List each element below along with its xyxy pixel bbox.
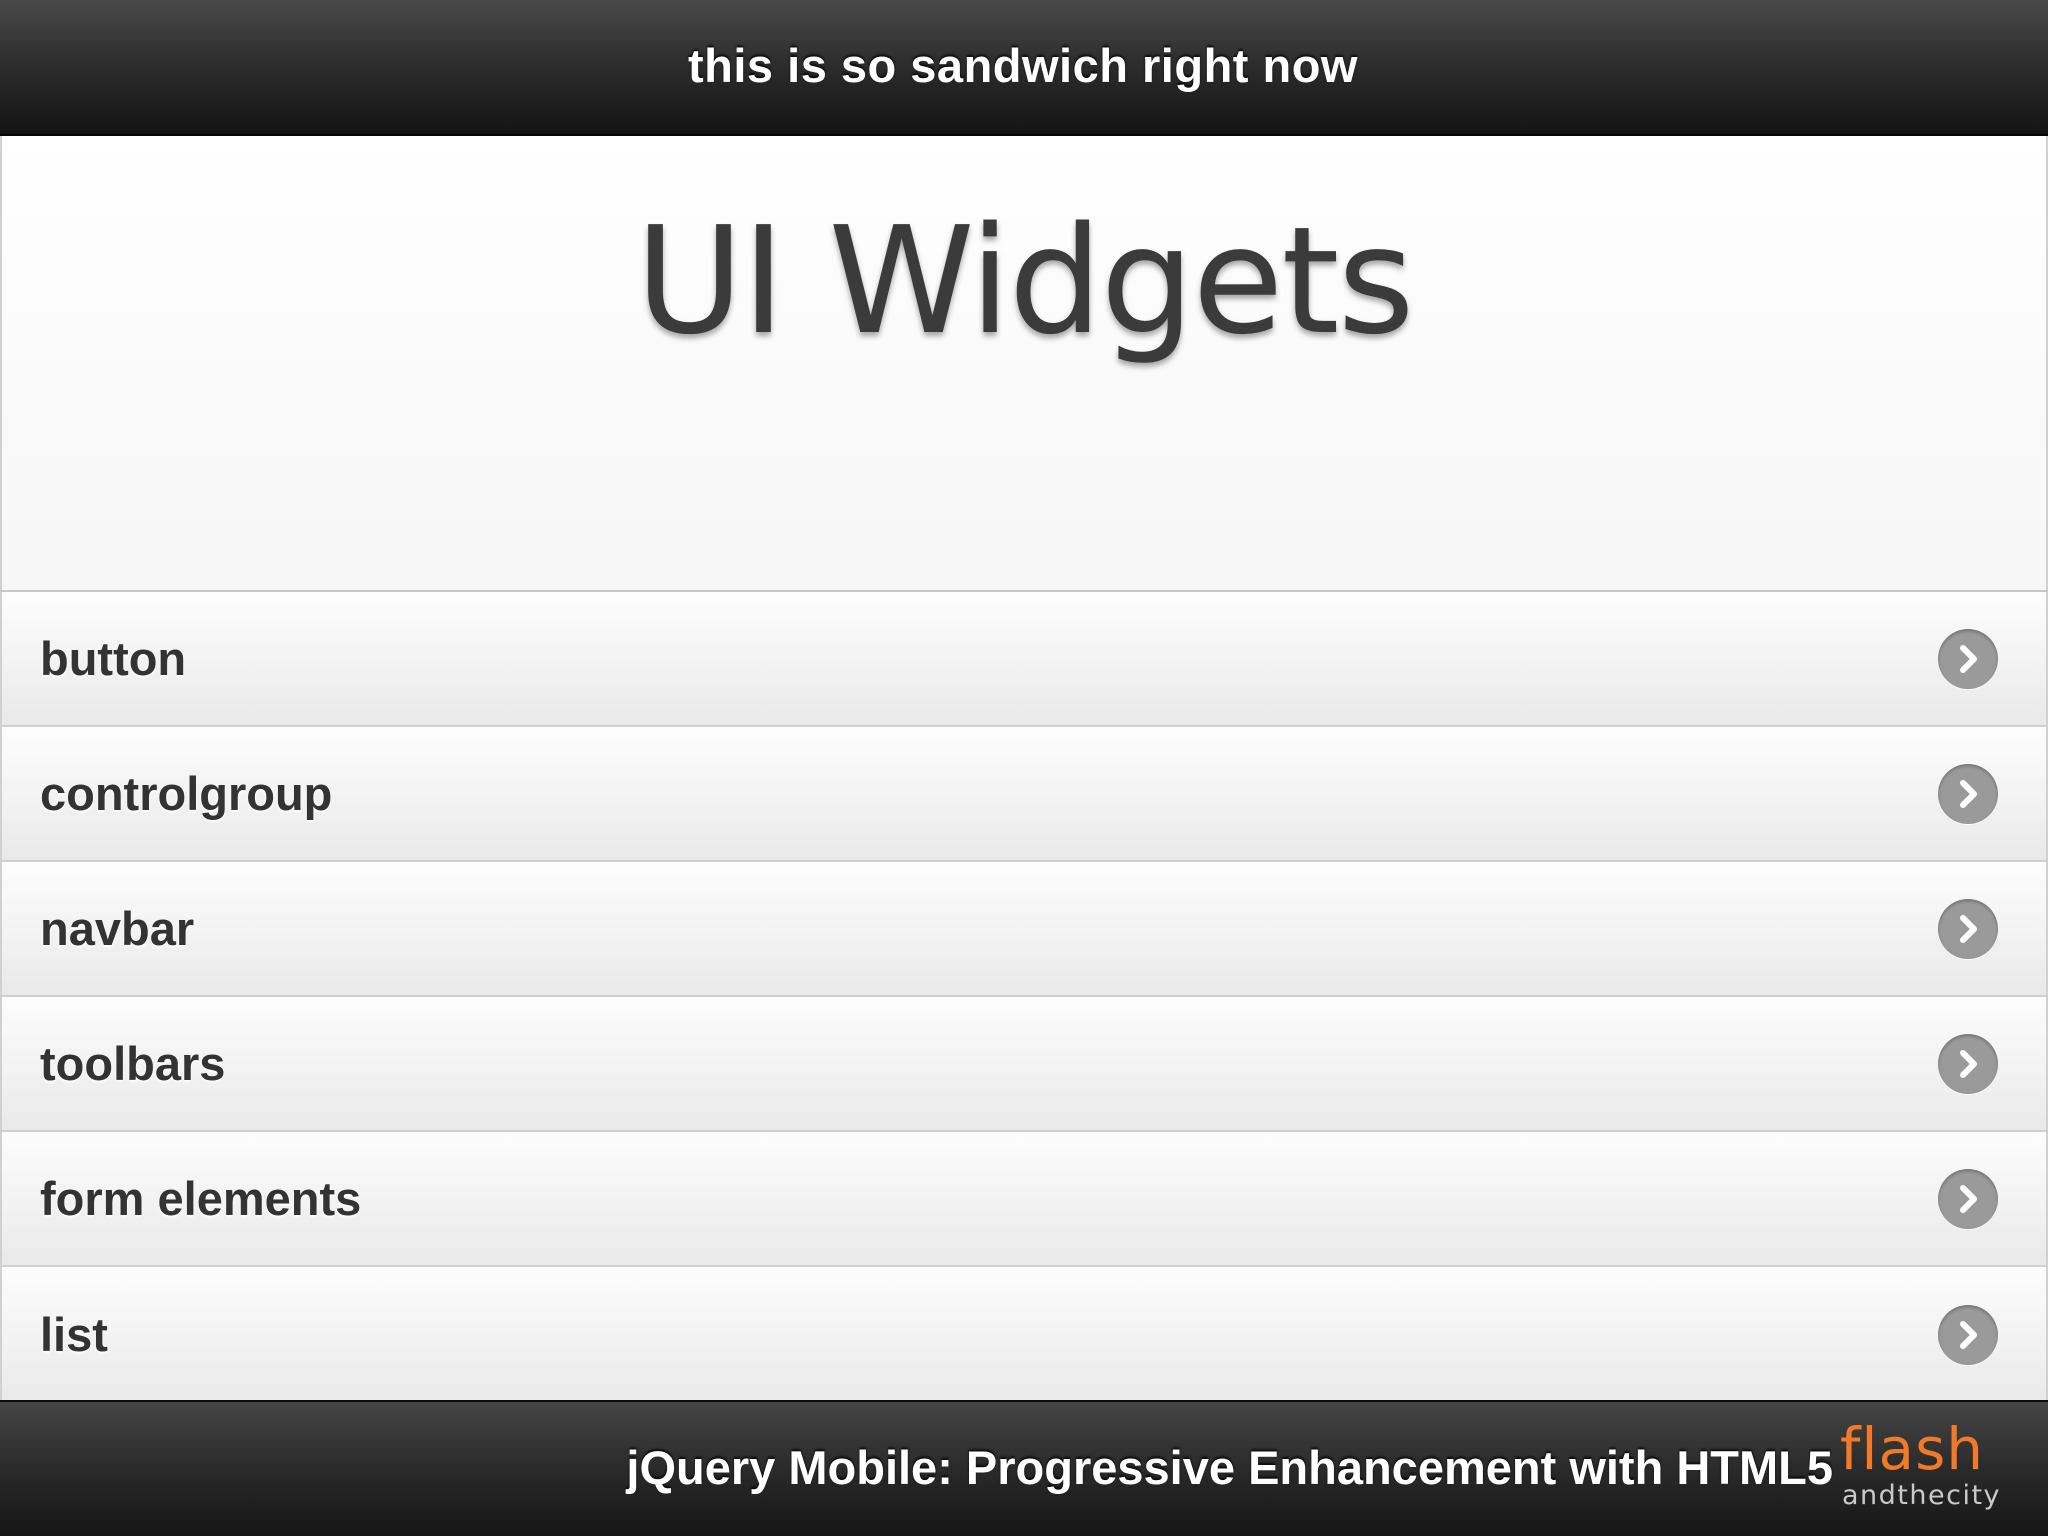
logo-subtext: andthecity — [1842, 1480, 2002, 1511]
list-item-label: form elements — [40, 1172, 362, 1225]
logo-wordmark: flash — [1840, 1415, 1985, 1483]
header-title: this is so sandwich right now — [688, 38, 1358, 92]
page-title: UI Widgets — [635, 195, 1414, 367]
chevron-right-icon — [1938, 628, 1998, 689]
chevron-right-icon — [1938, 1168, 1998, 1229]
content-area: UI Widgets — [0, 136, 2048, 590]
list-item-label: list — [40, 1308, 108, 1361]
footer-bar: jQuery Mobile: Progressive Enhancement w… — [0, 1400, 2048, 1536]
list-item-label: button — [40, 632, 187, 685]
list-item-label: navbar — [40, 902, 195, 955]
list-item-controlgroup[interactable]: controlgroup — [0, 727, 2048, 862]
page: this is so sandwich right now UI Widgets… — [0, 0, 2048, 1536]
list-item-label: controlgroup — [40, 767, 333, 820]
widget-list: button controlgroup navbar toolbars form… — [0, 590, 2048, 1402]
list-item-form-elements[interactable]: form elements — [0, 1132, 2048, 1267]
list-item-navbar[interactable]: navbar — [0, 862, 2048, 997]
chevron-right-icon — [1938, 763, 1998, 824]
chevron-right-icon — [1938, 1033, 1998, 1094]
list-item-list[interactable]: list — [0, 1267, 2048, 1402]
list-item-toolbars[interactable]: toolbars — [0, 997, 2048, 1132]
list-item-label: toolbars — [40, 1037, 226, 1090]
chevron-right-icon — [1938, 898, 1998, 959]
footer-title: jQuery Mobile: Progressive Enhancement w… — [626, 1441, 1833, 1494]
list-item-button[interactable]: button — [0, 592, 2048, 727]
brand-logo: flash andthecity — [1840, 1420, 2018, 1520]
chevron-right-icon — [1938, 1304, 1998, 1365]
header-bar: this is so sandwich right now — [0, 0, 2048, 136]
